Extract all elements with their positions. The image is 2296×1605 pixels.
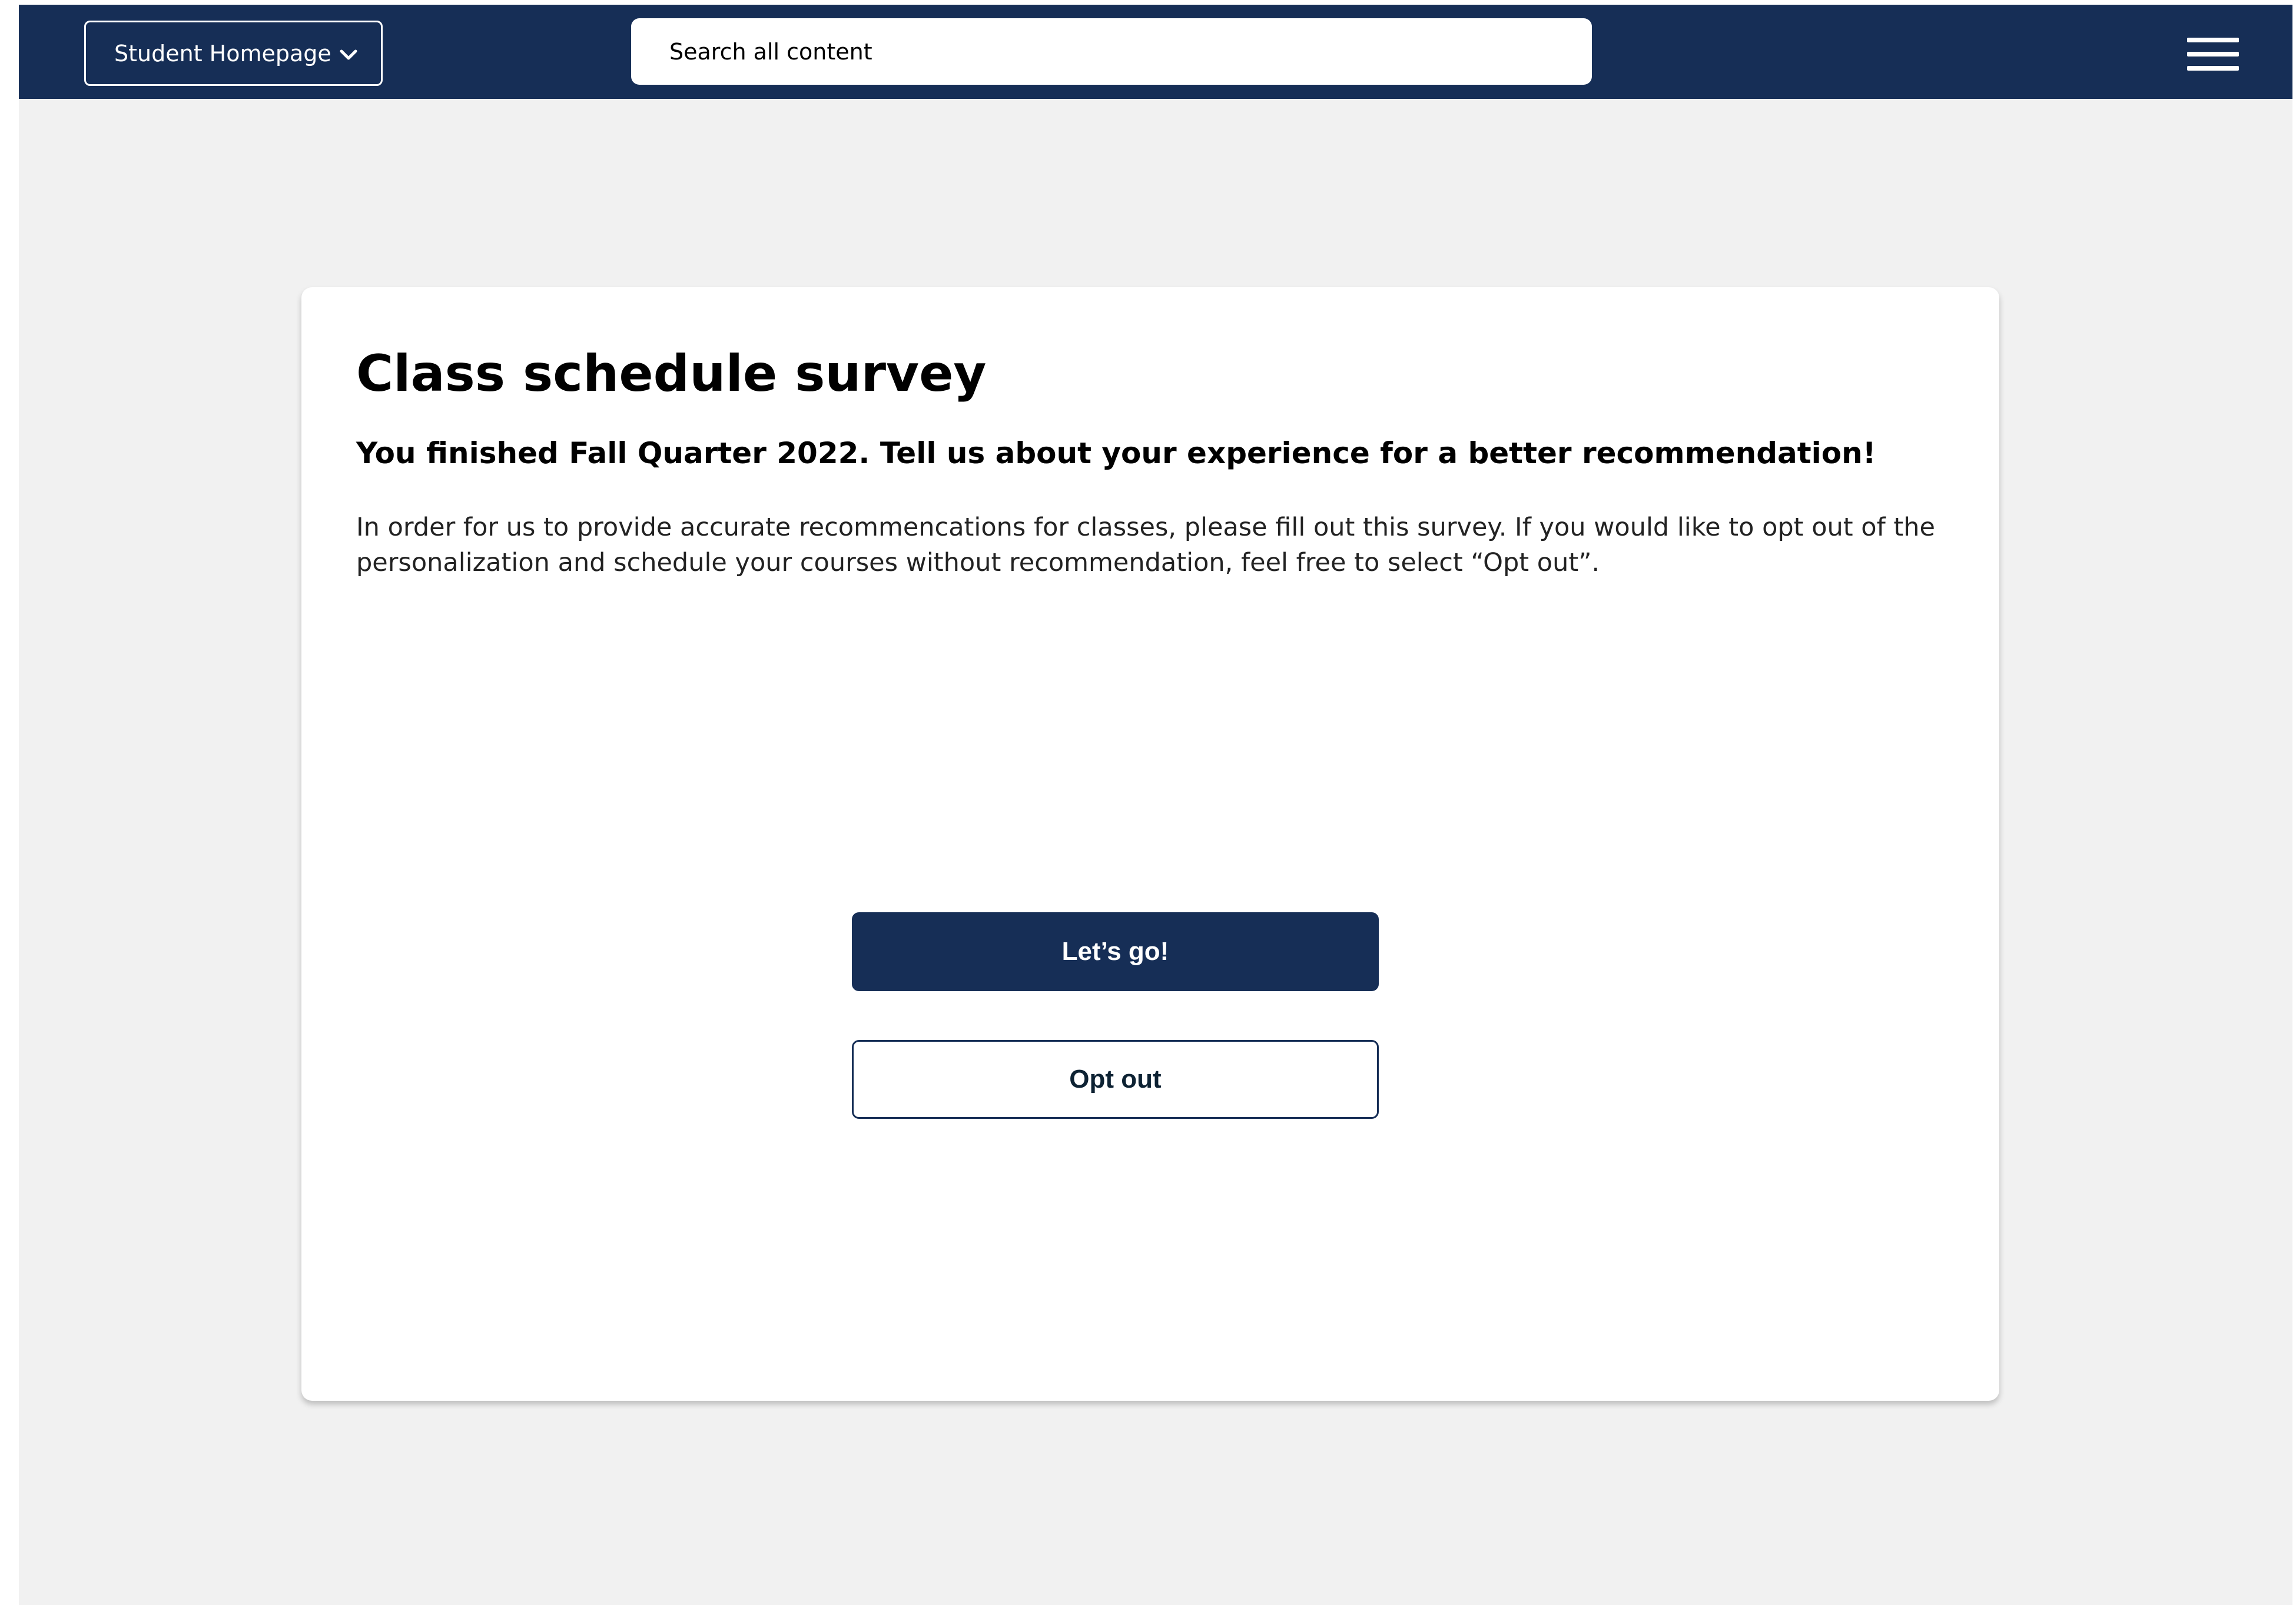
survey-subtitle: You finished Fall Quarter 2022. Tell us … (356, 436, 1876, 470)
menu-icon-bar (2187, 66, 2239, 71)
survey-card: Class schedule survey You finished Fall … (301, 287, 1999, 1401)
survey-description: In order for us to provide accurate reco… (356, 513, 1935, 577)
chevron-down-icon (340, 49, 357, 60)
top-navigation-bar: Student Homepage (19, 5, 2292, 99)
survey-title: Class schedule survey (356, 344, 987, 403)
search-input[interactable] (668, 38, 1592, 65)
app-frame: Student Homepage Class schedule survey Y… (19, 5, 2292, 1605)
hamburger-menu-icon[interactable] (2187, 38, 2239, 71)
opt-out-button[interactable]: Opt out (852, 1040, 1379, 1119)
search-bar (631, 18, 1592, 85)
menu-icon-bar (2187, 52, 2239, 57)
homepage-dropdown-label: Student Homepage (114, 40, 331, 67)
student-homepage-dropdown[interactable]: Student Homepage (84, 21, 383, 86)
lets-go-button[interactable]: Let’s go! (852, 912, 1379, 991)
menu-icon-bar (2187, 38, 2239, 42)
